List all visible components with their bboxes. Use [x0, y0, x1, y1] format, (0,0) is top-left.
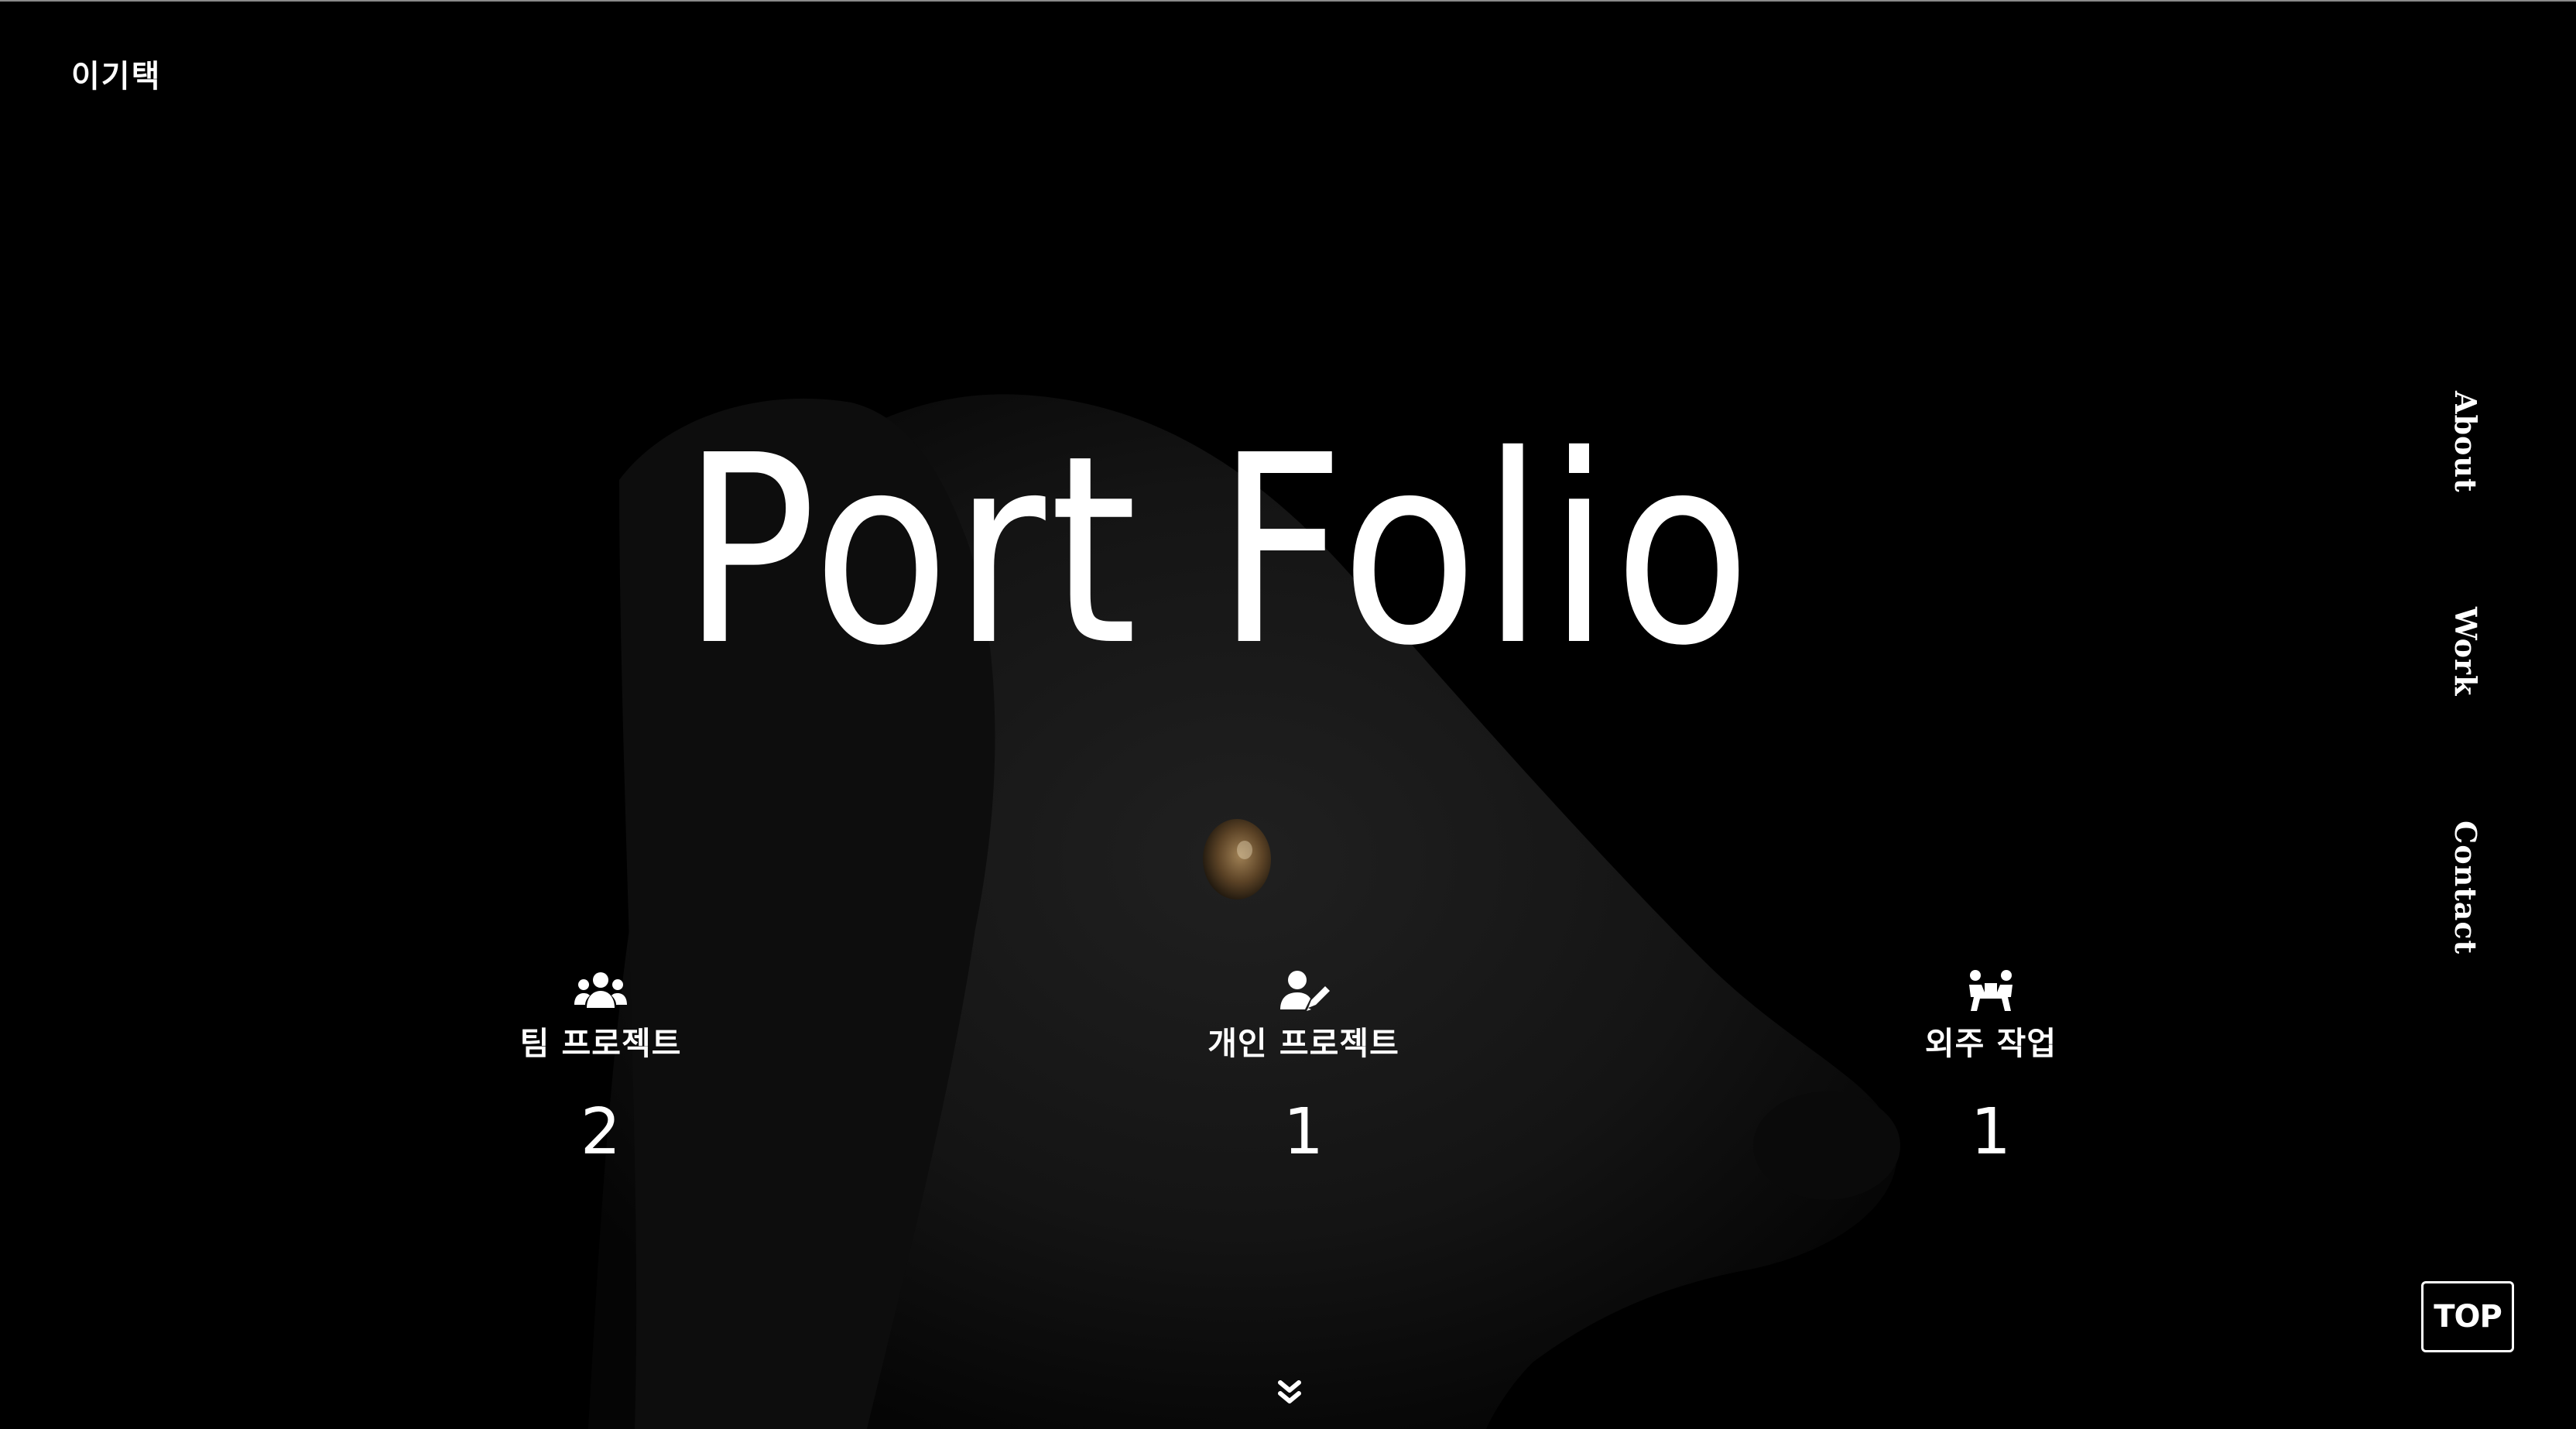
nav-link-contact[interactable]: Contact	[2442, 821, 2489, 954]
stat-count: 1	[1283, 1095, 1324, 1169]
stat-personal-project: 개인 프로젝트 1	[1149, 969, 1458, 1164]
stat-team-project: 팀 프로젝트 2	[446, 969, 755, 1164]
chevron-double-down-icon[interactable]	[1274, 1378, 1305, 1409]
nav-link-work[interactable]: Work	[2442, 607, 2489, 696]
collaboration-icon	[1969, 970, 2012, 1011]
stat-outsourcing: 외주 작업 1	[1836, 969, 2146, 1164]
hero-title: Port Folio	[681, 400, 1756, 703]
team-icon	[574, 972, 627, 1008]
stat-count: 2	[580, 1095, 622, 1169]
nav-link-about[interactable]: About	[2442, 391, 2489, 493]
stat-label: 팀 프로젝트	[519, 1025, 682, 1062]
scroll-to-top-button[interactable]: TOP	[2421, 1281, 2514, 1352]
person-edit-icon	[1280, 971, 1330, 1011]
stat-label: 개인 프로젝트	[1208, 1025, 1399, 1062]
side-navigation: About Work Contact	[2442, 0, 2489, 1429]
site-logo[interactable]: 이기택	[71, 51, 161, 96]
stat-count: 1	[1970, 1095, 2012, 1169]
dog-background-image	[588, 394, 1900, 1429]
stat-label: 외주 작업	[1924, 1025, 2057, 1062]
